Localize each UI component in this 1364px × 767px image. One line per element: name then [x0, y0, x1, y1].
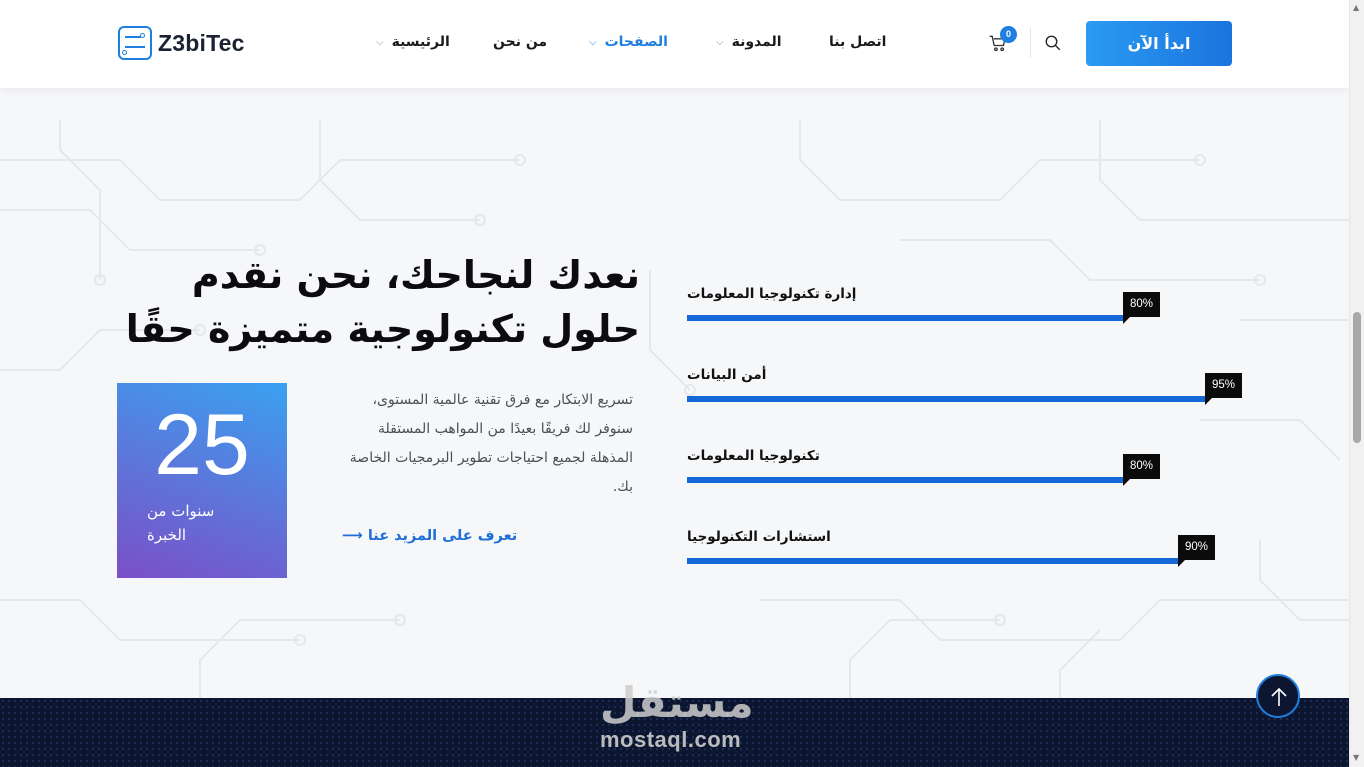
skill-progress-fill [687, 315, 1123, 321]
heading-line-2: حلول تكنولوجية متميزة حقًا [125, 307, 640, 351]
nav-label: من نحن [493, 34, 548, 50]
skill-label: تكنولوجيا المعلومات [687, 448, 820, 464]
nav-label: الرئيسية [391, 34, 450, 50]
skill-label: أمن البيانات [687, 367, 767, 383]
experience-label: سنوات من الخبرة [147, 502, 215, 544]
nav-item-blog[interactable]: المدونة ⌵ [716, 34, 782, 50]
skill-progress-bar: 80% [687, 292, 1161, 324]
arrow-up-icon [1271, 687, 1287, 706]
chevron-down-icon: ⌵ [589, 36, 597, 48]
skill-label: إدارة تكنولوجيا المعلومات [687, 286, 857, 302]
scroll-up-arrow-icon[interactable]: ▲ [1353, 3, 1359, 12]
skill-percent-tooltip: 80% [1123, 292, 1161, 324]
skill-progress-fill [687, 558, 1178, 564]
cart-count-badge: 0 [1000, 26, 1017, 43]
skill-progress-bar: 95% [687, 373, 1243, 405]
skill-label: استشارات التكنولوجيا [687, 529, 831, 545]
experience-years-number: 25 [154, 397, 250, 493]
nav-label: اتصل بنا [829, 34, 887, 50]
learn-more-link[interactable]: تعرف على المزيد عنا ⟶ [342, 528, 517, 544]
watermark-arabic: مستقل [600, 678, 754, 727]
circuit-logo-icon [118, 26, 152, 60]
skill-progress-fill [687, 477, 1123, 483]
skill-progress-bar: 90% [687, 535, 1216, 567]
nav-item-about[interactable]: من نحن [493, 34, 547, 50]
start-now-button[interactable]: ابدأ الآن [1086, 21, 1232, 66]
scroll-to-top-button[interactable] [1256, 674, 1300, 718]
scroll-down-arrow-icon[interactable]: ▼ [1353, 753, 1359, 762]
nav-item-pages[interactable]: الصفحات ⌵ [589, 34, 668, 50]
scrollbar-thumb[interactable] [1353, 312, 1361, 443]
search-icon[interactable] [1044, 34, 1062, 52]
skill-progress-fill [687, 396, 1205, 402]
experience-card: 25 سنوات من الخبرة [117, 383, 287, 578]
nav-item-contact[interactable]: اتصل بنا [829, 34, 886, 50]
section-heading: نعدك لنجاحك، نحن نقدم حلول تكنولوجية متم… [100, 248, 640, 356]
skill-percent-tooltip: 90% [1178, 535, 1216, 567]
logo-text: Z3biTec [158, 29, 245, 56]
chevron-down-icon: ⌵ [376, 36, 384, 48]
nav-label: المدونة [731, 34, 782, 50]
page-scrollbar[interactable]: ▲ ▼ [1349, 0, 1364, 767]
watermark-latin: mostaql.com [600, 727, 742, 752]
logo[interactable]: Z3biTec [118, 26, 245, 60]
skill-percent-tooltip: 95% [1205, 373, 1243, 405]
skill-percent-tooltip: 80% [1123, 454, 1161, 486]
skill-progress-bar: 80% [687, 454, 1161, 486]
nav-item-home[interactable]: الرئيسية ⌵ [376, 34, 450, 50]
heading-line-1: نعدك لنجاحك، نحن نقدم [191, 253, 640, 297]
nav-label: الصفحات [604, 34, 668, 50]
section-description: تسريع الابتكار مع فرق تقنية عالمية المست… [349, 392, 633, 495]
site-header: Z3biTec الرئيسية ⌵ من نحن الصفحات ⌵ المد… [0, 0, 1349, 88]
chevron-down-icon: ⌵ [716, 36, 724, 48]
header-divider [1030, 28, 1031, 58]
